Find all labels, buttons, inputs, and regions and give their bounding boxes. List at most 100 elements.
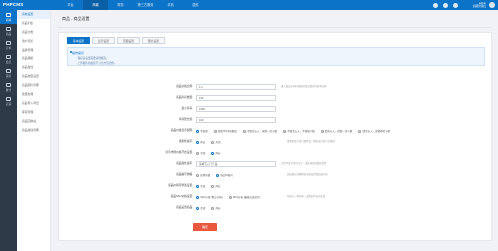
form-row: 商品属性提示: 请填写入门产品 为空不显示提示文字，请选择商品属性类型: [59, 161, 493, 167]
radio-icon[interactable]: [211, 184, 215, 188]
radio-label: 保留不为0的数值: [217, 130, 237, 133]
radio-option[interactable]: 商品ID编号: [216, 173, 233, 177]
submenu-item[interactable]: 商品列表: [17, 19, 50, 28]
submenu-item[interactable]: 商品属性: [17, 63, 50, 72]
radio-label: 不处理: [200, 130, 208, 133]
radio-label: 不四舍五入，保留一位小数: [246, 130, 277, 133]
field-label: 商品价格比例:: [176, 85, 193, 88]
text-field[interactable]: 请填写入门产品: [196, 161, 276, 167]
radio-icon[interactable]: [196, 184, 199, 188]
radio-label: 关闭: [200, 152, 206, 155]
radio-group: SKU价格 (默认价格) SKU价格 (最低价格显示): [196, 194, 260, 200]
avatar[interactable]: [489, 2, 495, 8]
radio-option[interactable]: 关闭: [196, 206, 205, 210]
sidebar-item-mall[interactable]: 商城: [0, 10, 17, 24]
sidebar-item-orders[interactable]: 订单: [0, 38, 17, 52]
sidebar-item-members[interactable]: 会员: [0, 52, 17, 66]
radio-icon[interactable]: [358, 129, 362, 133]
bell-icon[interactable]: [433, 2, 438, 8]
sidebar-item-stats[interactable]: 统计: [0, 80, 17, 94]
radio-label: 关闭: [215, 141, 221, 144]
field-hint: 搜索框显示热门搜索词，随机显示热门关键词: [287, 140, 335, 143]
user-info[interactable]: admin 超级管理员: [473, 2, 486, 9]
settings-panel: 基本设置 显示设置 页面设置 图片设置 操作提示 · 保存后设置需要清除缓存。 …: [58, 32, 492, 241]
top-nav-item[interactable]: 插件: [183, 0, 208, 10]
radio-option[interactable]: 保留不为0的数值: [213, 129, 237, 133]
top-nav-item[interactable]: 商城: [83, 0, 108, 10]
radio-icon[interactable]: [196, 206, 199, 210]
radio-label: 四舍五入，保留一位小数: [324, 130, 353, 133]
submenu-item[interactable]: 商品规格: [17, 54, 50, 63]
radio-option[interactable]: 四舍五入，保留一位小数: [320, 129, 353, 133]
radio-option[interactable]: 不四舍五入，不保留小数: [283, 129, 315, 133]
top-nav-item[interactable]: 财务: [108, 0, 133, 10]
radio-option[interactable]: SKU价格 (默认价格): [196, 195, 223, 199]
user-role: 超级管理员: [473, 4, 486, 8]
radio-option[interactable]: 关闭: [211, 140, 220, 144]
submit-button[interactable]: 确定: [193, 223, 217, 231]
radio-icon[interactable]: [283, 129, 286, 133]
radio-icon[interactable]: [213, 129, 217, 133]
radio-option[interactable]: 关闭: [196, 151, 205, 155]
radio-icon[interactable]: [211, 206, 215, 210]
tab-bar: 基本设置 显示设置 页面设置 图片设置: [67, 37, 165, 44]
tab-display[interactable]: 显示设置: [92, 37, 115, 44]
submenu-item[interactable]: 商品属性管理: [17, 126, 50, 135]
submenu-item[interactable]: 用户评论: [17, 37, 50, 46]
top-nav-item[interactable]: 第三方服务: [133, 0, 158, 10]
radio-icon[interactable]: [196, 173, 199, 177]
home-icon[interactable]: [453, 2, 458, 8]
field-hint: 为空不显示提示文字，请选择商品属性类型: [281, 162, 327, 165]
store-icon: [6, 96, 11, 101]
radio-option[interactable]: 开启: [196, 140, 205, 144]
radio-option[interactable]: 使用前缀: [196, 173, 210, 177]
text-field[interactable]: 1000: [196, 106, 276, 112]
radio-icon[interactable]: [196, 151, 199, 155]
sidebar-item-goods[interactable]: 商品: [0, 24, 17, 38]
radio-option[interactable]: 四舍五入，保留两位小数: [358, 129, 390, 133]
radio-icon[interactable]: [216, 173, 220, 177]
radio-option[interactable]: 不四舍五入，保留一位小数: [242, 129, 277, 133]
submenu-item[interactable]: 批量处理: [17, 90, 50, 99]
submenu-item[interactable]: 商品分类: [17, 28, 50, 37]
radio-option[interactable]: 开启: [211, 151, 220, 155]
radio-label: 使用前缀: [200, 174, 211, 177]
radio-option[interactable]: 不处理: [196, 129, 208, 133]
top-nav-item[interactable]: 手机: [158, 0, 183, 10]
text-field[interactable]: 100: [196, 95, 276, 101]
radio-option[interactable]: 开启: [211, 206, 220, 210]
tab-basic[interactable]: 基本设置: [67, 37, 90, 44]
sidebar-item-store[interactable]: 店铺: [0, 94, 17, 108]
tips-title: 操作提示: [72, 50, 85, 55]
submenu-item[interactable]: 商品类型设置: [17, 72, 50, 81]
text-field[interactable]: 1.2: [196, 84, 276, 90]
radio-icon[interactable]: [320, 129, 324, 133]
submenu-item[interactable]: 品牌管理: [17, 46, 50, 55]
radio-icon[interactable]: [211, 151, 215, 155]
form-row: 最小库存: 1000: [59, 106, 493, 112]
field-label: 最小库存:: [181, 107, 194, 110]
radio-option[interactable]: SKU价格 (最低价格显示): [228, 195, 260, 199]
radio-option[interactable]: 关闭: [196, 184, 205, 188]
user-icon: [6, 54, 11, 59]
radio-option[interactable]: 开启: [211, 184, 220, 188]
submenu-item[interactable]: 库存管理: [17, 108, 50, 117]
radio-icon[interactable]: [196, 129, 199, 133]
submenu-item[interactable]: 商品回收站: [17, 117, 50, 126]
radio-icon[interactable]: [196, 195, 199, 199]
radio-icon[interactable]: [242, 129, 246, 133]
tab-page[interactable]: 页面设置: [117, 37, 140, 44]
tab-image[interactable]: 图片设置: [142, 37, 165, 44]
radio-icon[interactable]: [228, 195, 232, 199]
submenu-item[interactable]: 商城设置: [17, 10, 50, 19]
top-nav-item[interactable]: 平台: [58, 0, 83, 10]
sidebar-item-operations[interactable]: 运营: [0, 66, 17, 80]
submenu-item[interactable]: 商品图片管理: [17, 81, 50, 90]
field-label: 商品编号前缀:: [176, 173, 193, 176]
radio-icon[interactable]: [196, 140, 199, 144]
field-label: 搜索框提示:: [178, 140, 193, 143]
submenu-item[interactable]: 商品导入导出: [17, 99, 50, 108]
message-icon[interactable]: [443, 2, 448, 8]
radio-icon[interactable]: [211, 140, 215, 144]
text-field[interactable]: 100: [196, 117, 276, 123]
